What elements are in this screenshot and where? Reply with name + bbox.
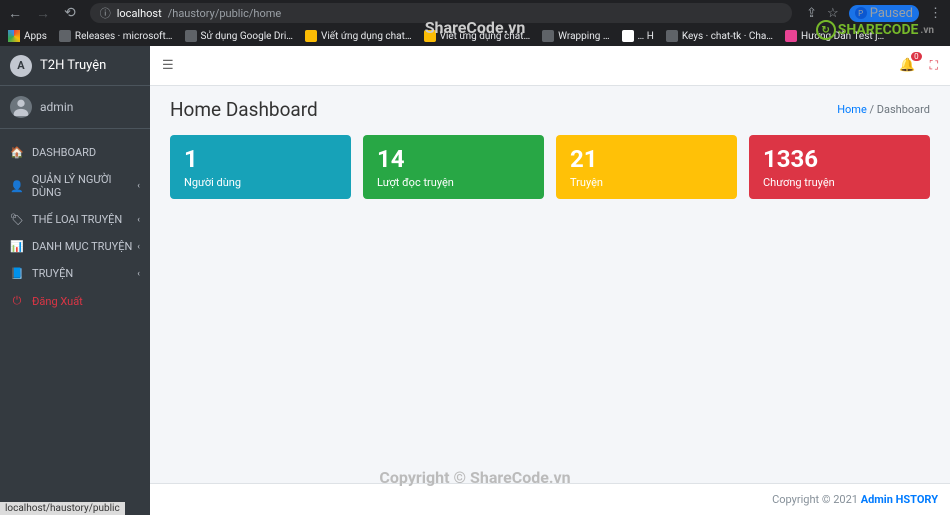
reload-button[interactable]: ⟲ <box>64 5 76 21</box>
user-panel[interactable]: admin <box>0 86 150 129</box>
tag-icon: 🏷 <box>10 213 24 226</box>
breadcrumb-current: Dashboard <box>877 103 930 116</box>
paused-label: Paused <box>870 6 913 21</box>
favicon-icon <box>185 30 197 42</box>
url-path: /haustory/public/home <box>168 7 282 20</box>
app-root: A T2H Truyện admin 🏠 DASHBOARD 👤 QUẢN LÝ… <box>0 46 950 515</box>
avatar <box>10 96 32 118</box>
notifications-button[interactable]: 🔔0 <box>899 58 915 73</box>
apps-button[interactable]: Apps <box>8 30 47 42</box>
breadcrumb-home-link[interactable]: Home <box>837 103 867 116</box>
topbar-right: 🔔0 ⛶ <box>899 58 938 73</box>
brand[interactable]: A T2H Truyện <box>0 46 150 86</box>
book-icon: 📘 <box>10 267 24 280</box>
sidebar-item-label: DANH MỤC TRUYỆN <box>32 240 132 253</box>
url-bar[interactable]: ⓘ localhost/haustory/public/home <box>90 3 792 23</box>
favicon-icon <box>622 30 634 42</box>
sidebar-nav: 🏠 DASHBOARD 👤 QUẢN LÝ NGƯỜI DÙNG ‹ 🏷 THỂ… <box>0 129 150 315</box>
favicon-icon <box>305 30 317 42</box>
stat-reads[interactable]: 14 Lượt đọc truyện <box>363 135 544 199</box>
gauge-icon: 📊 <box>10 240 24 253</box>
profile-paused-chip[interactable]: P Paused <box>849 5 919 22</box>
sidebar-item-dashboard[interactable]: 🏠 DASHBOARD <box>0 139 150 166</box>
bookmark-item[interactable]: Keys · chat-tk · Cha… <box>666 30 773 42</box>
stat-label: Lượt đọc truyện <box>377 176 530 189</box>
bookmark-item[interactable]: … H <box>622 30 654 42</box>
stat-value: 14 <box>377 145 530 174</box>
forward-button[interactable]: → <box>36 5 50 22</box>
footer-copyright: Copyright © 2021 <box>772 493 858 506</box>
breadcrumb-sep: / <box>867 103 877 116</box>
chevron-left-icon: ‹ <box>137 181 140 191</box>
brand-logo: A <box>10 55 32 77</box>
menu-icon[interactable]: ⋮ <box>929 6 942 21</box>
apps-icon <box>8 30 20 42</box>
user-icon: 👤 <box>10 180 24 193</box>
stat-stories[interactable]: 21 Truyện <box>556 135 737 199</box>
stat-label: Truyện <box>570 176 723 189</box>
stat-value: 21 <box>570 145 723 174</box>
topbar: ☰ 🔔0 ⛶ <box>150 46 950 86</box>
info-icon: ⓘ <box>100 5 111 21</box>
profile-initial: P <box>855 7 867 19</box>
breadcrumb: Home / Dashboard <box>837 103 930 116</box>
stat-users[interactable]: 1 Người dùng <box>170 135 351 199</box>
star-icon[interactable]: ☆ <box>827 6 839 21</box>
favicon-icon <box>666 30 678 42</box>
sidebar-item-story[interactable]: 📘 TRUYỆN ‹ <box>0 260 150 287</box>
gear-icon: ↻ <box>816 20 836 40</box>
favicon-icon <box>542 30 554 42</box>
stat-label: Chương truyện <box>763 176 916 189</box>
status-bar: localhost/haustory/public <box>0 502 125 515</box>
stat-value: 1336 <box>763 145 916 174</box>
sharecode-logo: ↻ SHARECODE.vn <box>816 20 934 40</box>
bookmark-item[interactable]: Viết ứng dụng chat… <box>424 30 531 42</box>
content-header: Home Dashboard Home / Dashboard <box>150 86 950 127</box>
bookmark-item[interactable]: Viết ứng dụng chat… <box>305 30 412 42</box>
bookmarks-bar: Apps Releases · microsoft… Sử dụng Googl… <box>0 26 950 46</box>
sidebar-item-category[interactable]: 🏷 THỂ LOẠI TRUYỆN ‹ <box>0 206 150 233</box>
power-icon: ⏻ <box>10 294 24 308</box>
favicon-icon <box>59 30 71 42</box>
user-name: admin <box>40 100 73 114</box>
stat-value: 1 <box>184 145 337 174</box>
browser-right-icons: ⇪ ☆ P Paused ⋮ <box>806 5 942 22</box>
sidebar-item-label: QUẢN LÝ NGƯỜI DÙNG <box>32 173 140 199</box>
sharecode-logo-suffix: .vn <box>920 25 934 36</box>
bookmark-item[interactable]: Wrapping … <box>542 30 609 42</box>
chevron-left-icon: ‹ <box>137 215 140 225</box>
hamburger-button[interactable]: ☰ <box>162 58 174 73</box>
sidebar-item-label: THỂ LOẠI TRUYỆN <box>32 213 122 226</box>
sidebar-item-users[interactable]: 👤 QUẢN LÝ NGƯỜI DÙNG ‹ <box>0 166 150 206</box>
footer: Copyright © 2021 Admin HSTORY <box>150 483 950 515</box>
sidebar-item-label: TRUYỆN <box>32 267 73 280</box>
sidebar: A T2H Truyện admin 🏠 DASHBOARD 👤 QUẢN LÝ… <box>0 46 150 515</box>
favicon-icon <box>424 30 436 42</box>
main-content: ☰ 🔔0 ⛶ Home Dashboard Home / Dashboard 1… <box>150 46 950 515</box>
fullscreen-button[interactable]: ⛶ <box>930 58 938 73</box>
sidebar-item-catalog[interactable]: 📊 DANH MỤC TRUYỆN ‹ <box>0 233 150 260</box>
brand-text: T2H Truyện <box>40 58 106 73</box>
sharecode-logo-text: SHARECODE <box>838 22 919 38</box>
sidebar-item-label: DASHBOARD <box>32 146 96 159</box>
stat-label: Người dùng <box>184 176 337 189</box>
footer-brand: Admin HSTORY <box>861 493 938 506</box>
page-title: Home Dashboard <box>170 98 318 121</box>
sidebar-item-logout[interactable]: ⏻ Đăng Xuất <box>0 287 150 315</box>
chevron-left-icon: ‹ <box>137 242 140 252</box>
notif-badge: 0 <box>911 52 922 61</box>
chevron-left-icon: ‹ <box>137 269 140 279</box>
favicon-icon <box>785 30 797 42</box>
stats-row: 1 Người dùng 14 Lượt đọc truyện 21 Truyệ… <box>150 127 950 207</box>
browser-toolbar: ← → ⟲ ⓘ localhost/haustory/public/home ⇪… <box>0 0 950 26</box>
bookmark-item[interactable]: Releases · microsoft… <box>59 30 173 42</box>
back-button[interactable]: ← <box>8 5 22 22</box>
stat-chapters[interactable]: 1336 Chương truyện <box>749 135 930 199</box>
url-host: localhost <box>117 7 162 20</box>
bookmark-item[interactable]: Sử dụng Google Dri… <box>185 30 294 42</box>
home-icon: 🏠 <box>10 146 24 159</box>
share-icon[interactable]: ⇪ <box>806 6 817 21</box>
sidebar-item-label: Đăng Xuất <box>32 295 83 308</box>
